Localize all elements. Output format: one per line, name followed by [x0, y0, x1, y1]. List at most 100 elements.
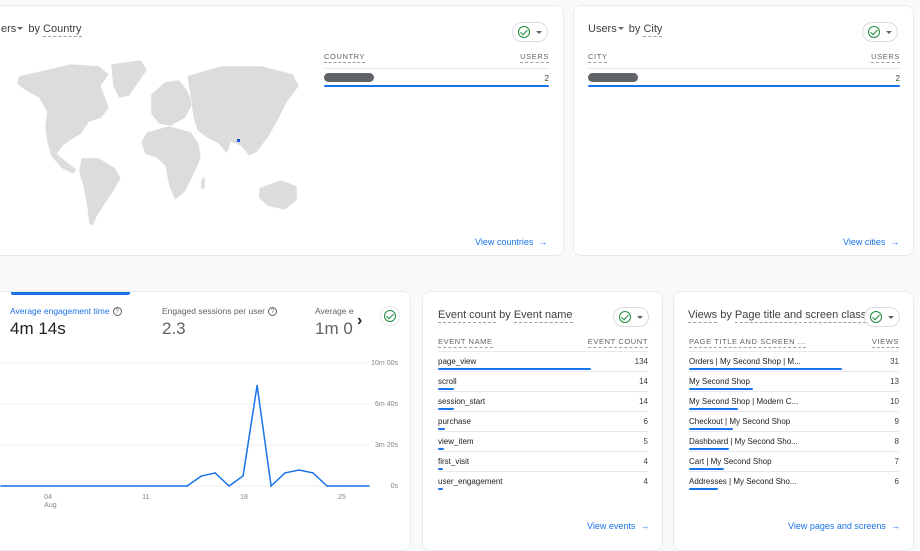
table-row[interactable]: Orders | My Second Shop | M... 31	[689, 351, 899, 371]
data-point[interactable]	[18, 485, 20, 487]
metric-selector[interactable]: ers	[1, 23, 16, 35]
data-point[interactable]	[144, 485, 146, 487]
dimension-selector[interactable]: Page title and screen class	[734, 309, 867, 323]
col-header-event-count[interactable]: EVENT COUNT	[587, 337, 648, 348]
dimension-selector[interactable]: City	[643, 23, 663, 37]
table-row[interactable]: 2	[324, 68, 549, 88]
data-point[interactable]	[74, 485, 76, 487]
engagement-card: Average engagement time? 4m 14s Engaged …	[0, 291, 411, 551]
event-count-card: Event count by Event name EVENT NAME EVE…	[422, 291, 663, 551]
compare-menu-button[interactable]	[613, 307, 649, 327]
table-row[interactable]: Addresses | My Second Sho... 6	[689, 471, 899, 491]
row-value: 5	[643, 437, 648, 446]
data-point[interactable]	[158, 485, 160, 487]
data-point[interactable]	[116, 485, 118, 487]
table-row[interactable]: view_item 5	[438, 431, 648, 451]
compare-menu-button[interactable]	[512, 22, 548, 42]
dimension-selector[interactable]: Event name	[513, 309, 573, 323]
row-share-bar	[689, 388, 754, 390]
data-point[interactable]	[186, 485, 188, 487]
caret-down-icon	[637, 315, 643, 319]
data-point[interactable]	[130, 485, 132, 487]
table-row[interactable]: session_start 14	[438, 391, 648, 411]
active-tab-indicator	[11, 292, 130, 295]
series-line[interactable]	[1, 385, 369, 488]
table-row[interactable]: Checkout | My Second Shop 9	[689, 411, 899, 431]
next-metric-button[interactable]: ›	[357, 312, 362, 330]
compare-menu-button[interactable]	[864, 307, 900, 327]
data-point[interactable]	[312, 472, 314, 474]
metric-selector[interactable]: Users	[588, 23, 617, 35]
data-point[interactable]	[0, 485, 2, 487]
help-icon[interactable]: ?	[112, 307, 122, 316]
view-events-link[interactable]: View events →	[587, 521, 649, 531]
col-header-users[interactable]: USERS	[871, 52, 900, 63]
data-point[interactable]	[214, 472, 216, 474]
table-row[interactable]: Cart | My Second Shop 7	[689, 451, 899, 471]
row-share-bar	[689, 468, 725, 470]
dimension-selector[interactable]: Country	[43, 23, 82, 37]
data-point[interactable]	[340, 485, 342, 487]
table-row[interactable]: page_view 134	[438, 351, 648, 371]
data-point[interactable]	[354, 485, 356, 487]
table-row[interactable]: purchase 6	[438, 411, 648, 431]
data-point[interactable]	[88, 485, 90, 487]
table-row[interactable]: first_visit 4	[438, 451, 648, 471]
data-point[interactable]	[270, 485, 272, 487]
col-header-page-title[interactable]: PAGE TITLE AND SCREEN ...	[689, 337, 806, 348]
metric-selector[interactable]: Views	[688, 309, 718, 323]
data-point[interactable]	[46, 485, 48, 487]
compare-menu-button[interactable]	[862, 22, 898, 42]
data-point[interactable]	[228, 485, 230, 487]
row-share-bar	[438, 448, 444, 450]
table-row[interactable]: My Second Shop | Modern C... 10	[689, 391, 899, 411]
title-by: by	[720, 309, 732, 321]
col-header-users[interactable]: USERS	[520, 52, 549, 63]
data-point[interactable]	[102, 485, 104, 487]
table-row[interactable]: My Second Shop 13	[689, 371, 899, 391]
data-point[interactable]	[242, 474, 244, 477]
row-value: 9	[894, 417, 899, 426]
row-share-bar	[689, 488, 719, 490]
check-circle-icon	[870, 311, 882, 323]
data-point[interactable]	[298, 469, 300, 471]
table-row[interactable]: Dashboard | My Second Sho... 8	[689, 431, 899, 451]
y-tick-label: 0s	[391, 483, 399, 490]
view-countries-link[interactable]: View countries →	[475, 237, 547, 247]
data-point[interactable]	[284, 472, 286, 474]
metric-selector[interactable]: Event count	[438, 309, 497, 323]
data-point[interactable]	[60, 485, 62, 487]
metric-tab-average-truncated[interactable]: Average e 1m 0	[314, 302, 354, 342]
caret-icon[interactable]	[17, 27, 24, 30]
y-tick-label: 10m 00s	[371, 360, 398, 367]
data-point[interactable]	[256, 384, 258, 387]
data-point[interactable]	[368, 485, 370, 487]
arrow-right-icon: →	[640, 521, 650, 531]
x-tick-sublabel: Aug	[44, 502, 57, 509]
data-point[interactable]	[326, 485, 328, 487]
data-point[interactable]	[172, 485, 174, 487]
col-header-country[interactable]: COUNTRY	[324, 52, 366, 63]
col-header-event-name[interactable]: EVENT NAME	[438, 337, 493, 348]
col-header-views[interactable]: VIEWS	[871, 337, 899, 348]
data-point[interactable]	[4, 485, 6, 487]
redacted-label	[588, 73, 638, 82]
row-value: 6	[894, 477, 899, 486]
check-circle-icon	[619, 311, 631, 323]
caret-icon[interactable]	[617, 27, 624, 30]
card-title: Users by City	[588, 23, 663, 37]
card-title: Event count by Event name	[438, 309, 573, 323]
row-share-bar	[438, 428, 445, 430]
table-row[interactable]: 2	[588, 68, 900, 88]
view-pages-link[interactable]: View pages and screens →	[788, 521, 900, 531]
table-row[interactable]: scroll 14	[438, 371, 648, 391]
data-point[interactable]	[200, 475, 202, 477]
compare-status-button[interactable]	[380, 306, 400, 326]
table-row[interactable]: user_engagement 4	[438, 471, 648, 491]
view-cities-link[interactable]: View cities →	[843, 237, 899, 247]
col-header-city[interactable]: CITY	[588, 52, 608, 63]
help-icon[interactable]: ?	[268, 307, 278, 316]
row-value: 14	[639, 377, 648, 386]
row-value: 8	[894, 437, 899, 446]
data-point[interactable]	[32, 485, 34, 487]
